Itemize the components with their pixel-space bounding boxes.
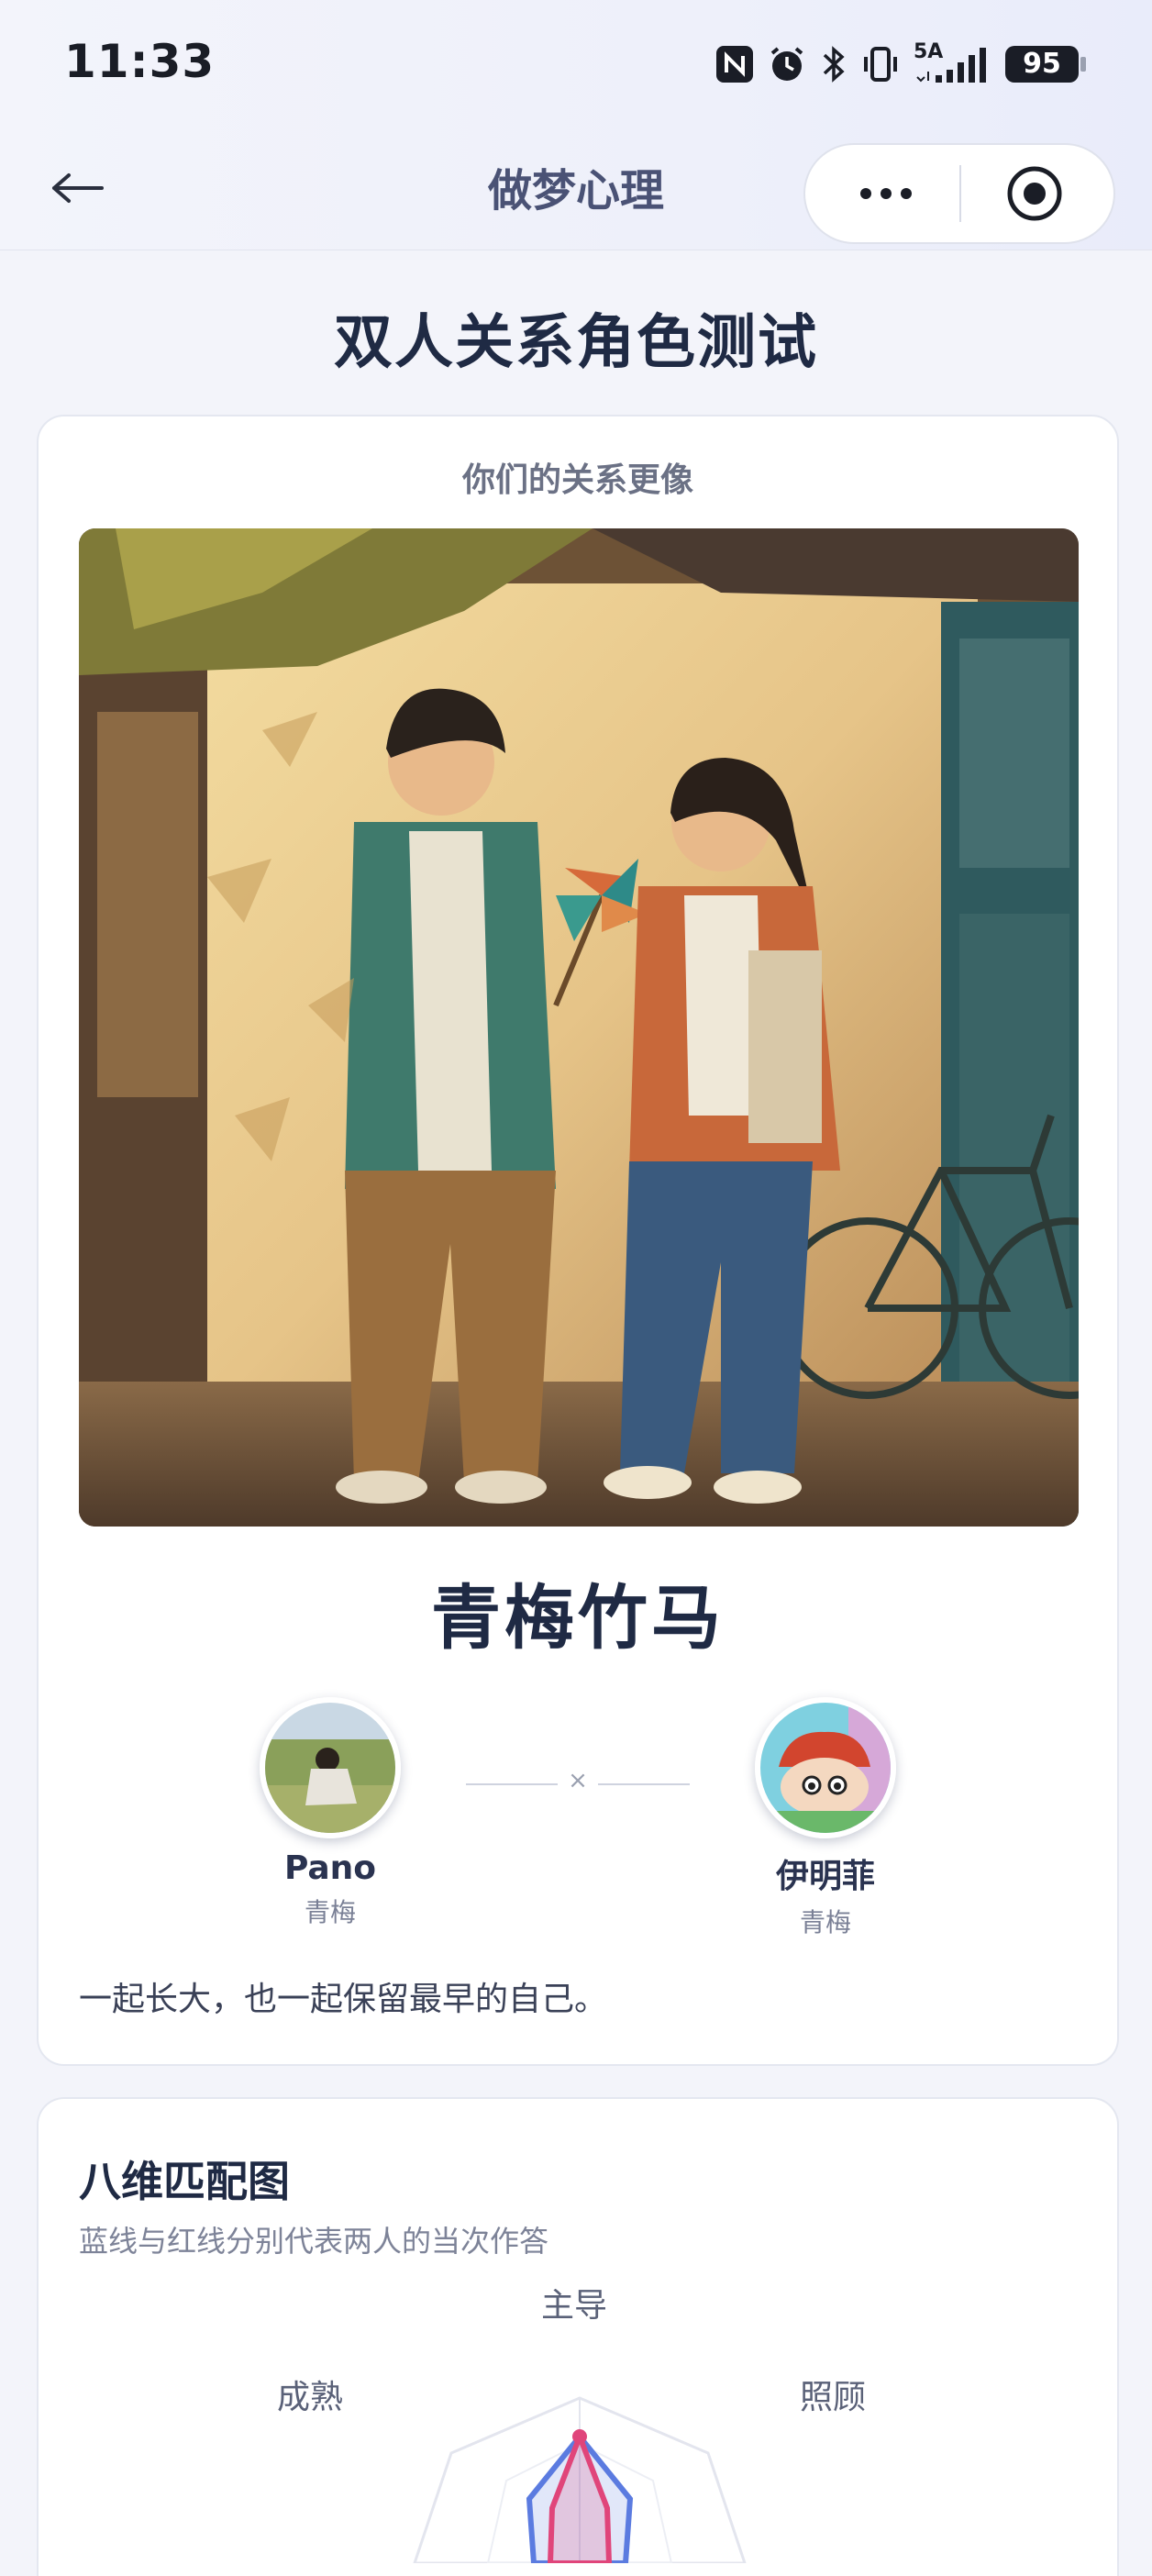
mini-program-capsule [803, 143, 1115, 244]
status-icons: 5A 95 [715, 39, 1088, 90]
series-red-shape [547, 2428, 613, 2563]
result-illustration [79, 528, 1079, 1527]
nav-bar: 做梦心理 [0, 128, 1152, 250]
result-card: 你们的关系更像 青梅竹马 Pano 青梅 × 伊明菲 青梅 一起长大，也一起保留… [37, 415, 1119, 2066]
target-close-icon [1007, 166, 1062, 221]
pair-connector: × [466, 1767, 690, 1798]
connector-line-right [598, 1783, 690, 1785]
alarm-icon [767, 44, 807, 84]
signal-icon: 5A [914, 40, 991, 84]
result-description: 一起长大，也一起保留最早的自己。 [79, 1981, 608, 2018]
status-bar: 11:33 5A 95 [0, 0, 1152, 128]
status-time: 11:33 [64, 35, 216, 88]
series-red-point [572, 2429, 587, 2444]
person-b-role: 青梅 [799, 1907, 851, 1938]
person-b-name: 伊明菲 [775, 1858, 875, 1895]
chart-subtitle: 蓝线与红线分别代表两人的当次作答 [79, 2224, 549, 2259]
result-name: 青梅竹马 [431, 1577, 725, 1659]
nfc-icon [715, 45, 754, 83]
result-subtitle: 你们的关系更像 [461, 461, 693, 499]
vibrate-icon [860, 44, 901, 84]
avatar[interactable] [755, 1697, 896, 1838]
close-button[interactable] [980, 145, 1090, 242]
person-a-role: 青梅 [304, 1897, 356, 1927]
battery-level: 95 [1023, 48, 1061, 80]
more-button[interactable] [833, 145, 939, 242]
connector-line-left [466, 1783, 558, 1785]
person-a-name: Pano [283, 1849, 377, 1887]
battery-icon: 95 [1003, 44, 1088, 84]
axis-label-caring: 照顾 [800, 2379, 867, 2416]
radar-chart [413, 2396, 747, 2563]
radar-chart-card: 八维匹配图 蓝线与红线分别代表两人的当次作答 主导 照顾 成熟 [37, 2097, 1119, 2576]
avatar[interactable] [260, 1697, 401, 1838]
network-type: 5A [914, 40, 944, 63]
page-title: 双人关系角色测试 [334, 309, 818, 377]
more-dots-icon [860, 188, 912, 199]
chart-title: 八维匹配图 [79, 2157, 290, 2206]
connector-symbol: × [568, 1767, 588, 1794]
axis-label-dominant: 主导 [541, 2287, 608, 2325]
bluetooth-icon [820, 44, 847, 84]
person-a: Pano 青梅 [238, 1697, 422, 1929]
person-b: 伊明菲 青梅 [734, 1697, 917, 1939]
capsule-divider [959, 165, 961, 222]
axis-label-mature: 成熟 [277, 2379, 344, 2416]
illustration-image [79, 528, 1079, 1527]
